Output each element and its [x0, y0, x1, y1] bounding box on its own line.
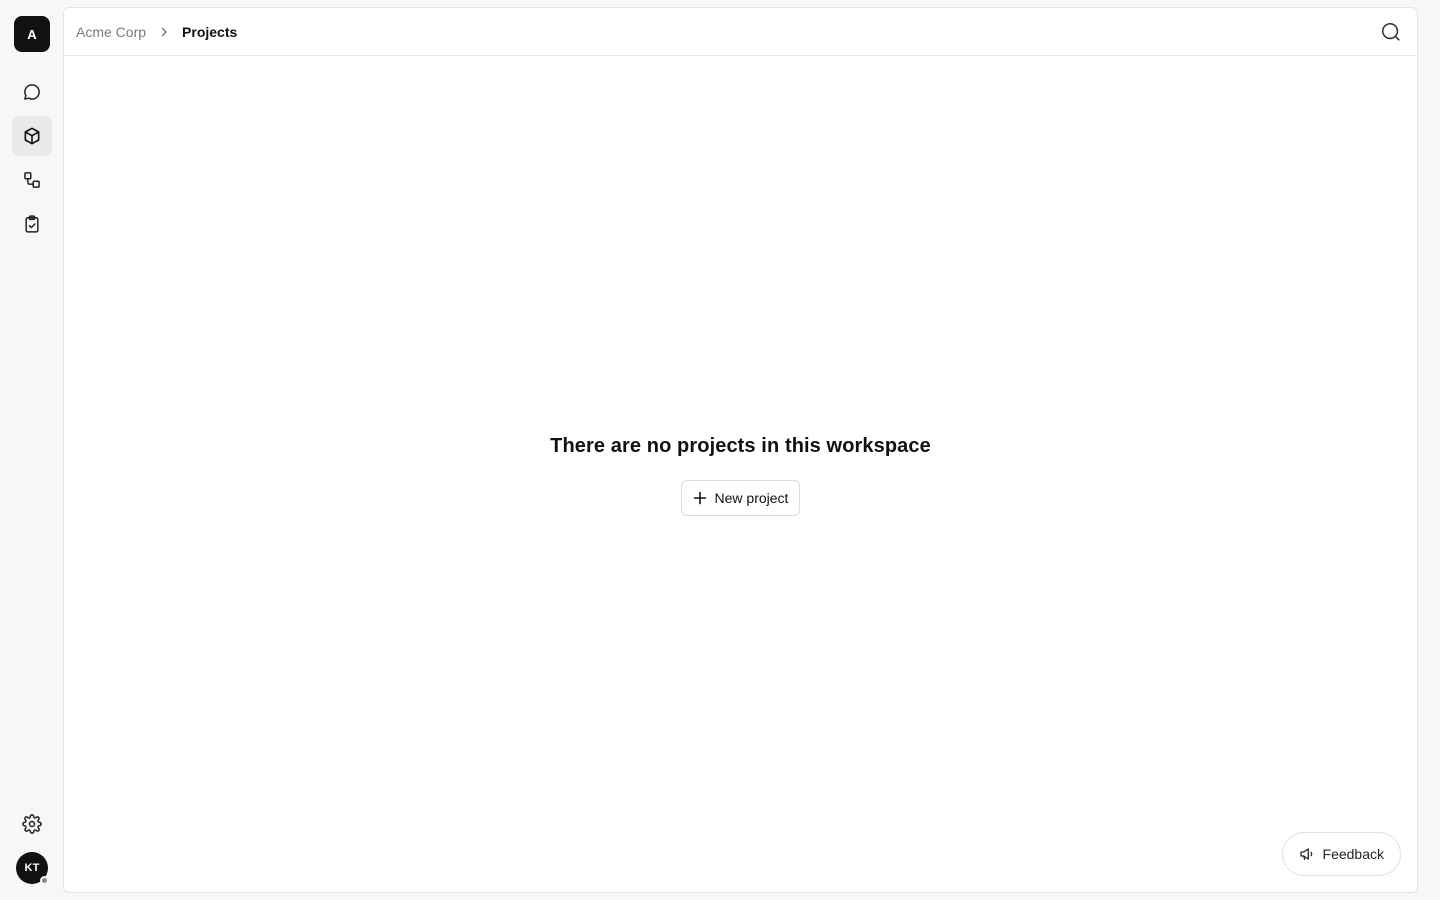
sidebar-item-tasks[interactable] — [12, 204, 52, 244]
search-icon — [1381, 22, 1400, 41]
empty-state-title: There are no projects in this workspace — [550, 435, 931, 457]
new-project-label: New project — [714, 490, 789, 506]
sidebar-item-projects[interactable] — [12, 116, 52, 156]
feedback-label: Feedback — [1322, 846, 1384, 862]
workspace-switcher[interactable]: A — [14, 16, 50, 52]
presence-indicator — [40, 876, 49, 885]
sidebar: A KT — [0, 0, 64, 900]
breadcrumb-workspace[interactable]: Acme Corp — [76, 24, 146, 40]
topbar: Acme Corp Projects — [64, 8, 1417, 56]
plus-icon — [693, 491, 706, 505]
new-project-button[interactable]: New project — [680, 480, 801, 516]
feedback-button[interactable]: Feedback — [1281, 832, 1401, 876]
settings-button[interactable] — [12, 804, 52, 844]
sidebar-item-chat[interactable] — [12, 72, 52, 112]
app-root: A KT Acme Corp Projects There are no pro… — [0, 0, 1440, 900]
breadcrumb: Acme Corp Projects — [76, 24, 237, 40]
main-panel: Acme Corp Projects There are no projects… — [63, 7, 1418, 893]
workflow-icon — [24, 172, 40, 188]
gear-icon — [22, 814, 42, 834]
search-button[interactable] — [1379, 20, 1403, 44]
empty-state: There are no projects in this workspace … — [64, 432, 1417, 516]
megaphone-icon — [1299, 848, 1312, 860]
chevron-right-icon — [158, 26, 170, 38]
breadcrumb-current-page: Projects — [182, 23, 238, 40]
sidebar-item-flows[interactable] — [12, 160, 52, 200]
clipboard-check-icon — [25, 215, 39, 233]
cube-icon — [24, 127, 40, 145]
chat-bubble-icon — [24, 84, 40, 100]
